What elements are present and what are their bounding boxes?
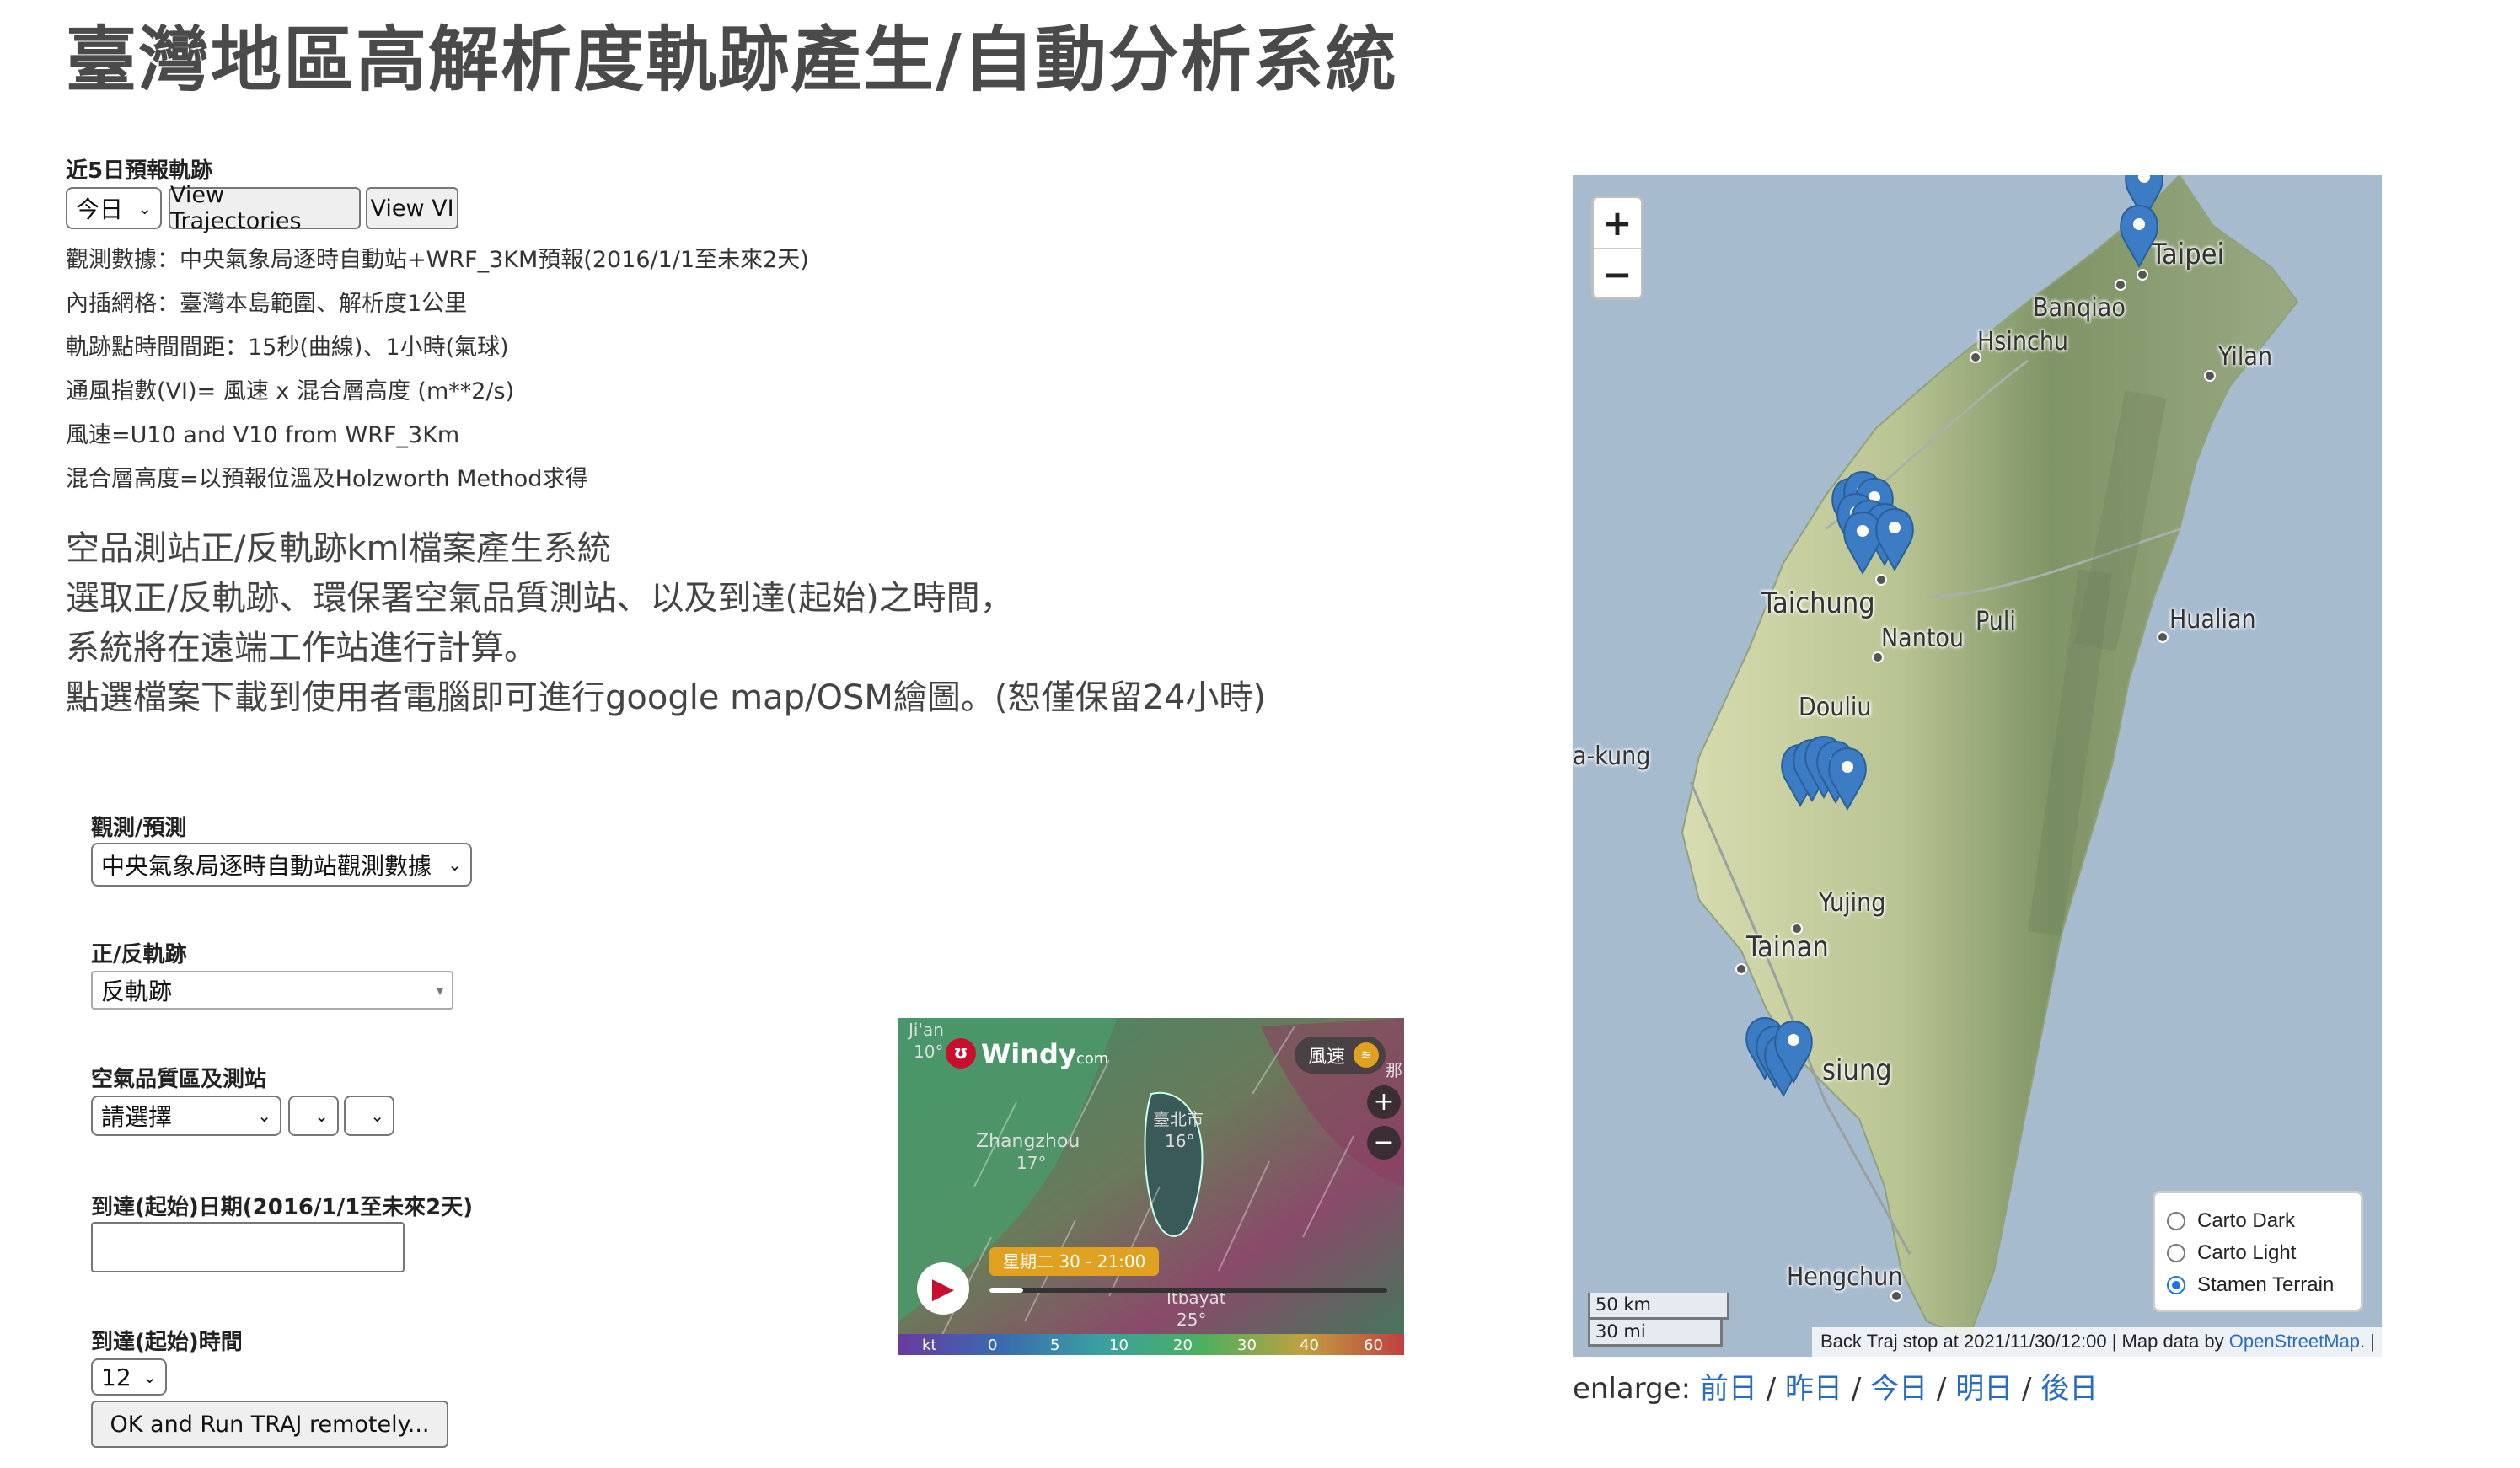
run-traj-button[interactable]: OK and Run TRAJ remotely... bbox=[91, 1401, 448, 1448]
trajectory-markers bbox=[1745, 175, 2163, 1096]
chevron-down-icon: ⌄ bbox=[370, 1106, 384, 1126]
info-line: 觀測數據：中央氣象局逐時自動站+WRF_3KM預報(2016/1/1至未來2天) bbox=[66, 247, 809, 273]
obs-select[interactable]: 中央氣象局逐時自動站觀測數據 ⌄ bbox=[91, 843, 472, 887]
trajectory-map[interactable]: Taipei Banqiao Hsinchu Yilan Taichung Pu… bbox=[1573, 175, 2382, 1357]
marker-group-taichung bbox=[1831, 471, 1914, 574]
wind-scale-unit: kt bbox=[922, 1336, 937, 1354]
timeline-progress bbox=[989, 1288, 1023, 1293]
chevron-down-icon: ⌄ bbox=[314, 1106, 329, 1126]
marker-group-chiayi bbox=[1781, 736, 1867, 810]
station-label: 空氣品質區及測站 bbox=[91, 1067, 267, 1092]
page-title: 臺灣地區高解析度軌跡產生/自動分析系統 bbox=[66, 19, 1398, 101]
layer-option-stamen-terrain[interactable]: Stamen Terrain bbox=[2167, 1269, 2349, 1301]
marker-group-kaohsiung bbox=[1745, 1017, 1813, 1096]
enlarge-link-prev1[interactable]: 昨日 bbox=[1785, 1372, 1842, 1406]
kml-description: 空品測站正/反軌跡kml檔案產生系統 選取正/反軌跡、環保署空氣品質測站、以及到… bbox=[66, 524, 1266, 723]
wind-scale-tick: 40 bbox=[1300, 1336, 1319, 1354]
timeline-track[interactable] bbox=[989, 1288, 1387, 1293]
windy-logo-icon: ʊ bbox=[946, 1038, 976, 1069]
windy-temp: 10° bbox=[914, 1042, 944, 1062]
layer-option-carto-dark[interactable]: Carto Dark bbox=[2167, 1205, 2349, 1237]
kml-line: 系統將在遠端工作站進行計算。 bbox=[66, 629, 538, 667]
map-zoom-in-button[interactable]: + bbox=[1594, 198, 1641, 249]
info-line: 混合層高度=以預報位溫及Holzworth Method求得 bbox=[66, 466, 588, 492]
info-line: 內插網格：臺灣本島範圍、解析度1公里 bbox=[66, 291, 468, 317]
layer-option-carto-light[interactable]: Carto Light bbox=[2167, 1237, 2349, 1269]
kml-line: 選取正/反軌跡、環保署空氣品質測站、以及到達(起始)之時間， bbox=[66, 579, 1014, 618]
time-select[interactable]: 12 ⌄ bbox=[91, 1358, 167, 1396]
windy-temp: 17° bbox=[1016, 1153, 1047, 1173]
windy-place: 那 bbox=[1386, 1060, 1402, 1080]
direction-select[interactable]: 反軌跡 ▾ bbox=[91, 971, 453, 1010]
radio-icon[interactable] bbox=[2167, 1244, 2185, 1262]
wind-scale-tick: 0 bbox=[988, 1336, 998, 1354]
kml-line: 空品測站正/反軌跡kml檔案產生系統 bbox=[66, 529, 611, 568]
enlarge-link-next2[interactable]: 後日 bbox=[2040, 1372, 2098, 1406]
wind-icon: ≋ bbox=[1354, 1042, 1380, 1068]
time-label: 到達(起始)時間 bbox=[91, 1330, 243, 1355]
scale-mi: 30 mi bbox=[1588, 1320, 1723, 1347]
wind-scale-tick: 30 bbox=[1237, 1336, 1257, 1354]
time-select-value: 12 bbox=[101, 1363, 131, 1391]
windy-zoom-in-button[interactable]: + bbox=[1367, 1085, 1401, 1119]
scale-km: 50 km bbox=[1588, 1293, 1729, 1320]
marker-group-taipei bbox=[2120, 175, 2163, 267]
map-attribution: Back Traj stop at 2021/11/30/12:00 | Map… bbox=[1812, 1327, 2383, 1357]
enlarge-label: enlarge: bbox=[1573, 1372, 1692, 1406]
windy-temp: 16° bbox=[1165, 1131, 1195, 1151]
map-zoom-out-button[interactable]: − bbox=[1594, 249, 1641, 299]
chevron-down-icon: ⌄ bbox=[142, 1367, 157, 1387]
windy-brand: Windycom bbox=[981, 1038, 1109, 1070]
info-line: 風速=U10 and V10 from WRF_3Km bbox=[66, 422, 460, 448]
station-sub-select[interactable]: ⌄ bbox=[344, 1096, 394, 1136]
windy-time-label: 星期二 30 - 21:00 bbox=[989, 1247, 1160, 1276]
view-trajectories-button[interactable]: View Trajectories bbox=[169, 182, 361, 234]
view-vi-button[interactable]: View VI bbox=[366, 187, 458, 229]
windy-widget[interactable]: Ji'an 10° Zhangzhou 17° 臺北市 16° Itbayat … bbox=[898, 1018, 1404, 1355]
obs-label: 觀測/預測 bbox=[91, 816, 187, 841]
wind-scale-tick: 60 bbox=[1364, 1336, 1383, 1354]
windy-layer-button[interactable]: 風速 ≋ bbox=[1295, 1037, 1386, 1074]
kml-line: 點選檔案下載到使用者電腦即可進行google map/OSM繪圖。(恕僅保留24… bbox=[66, 678, 1267, 717]
wind-scale-tick: 5 bbox=[1050, 1336, 1060, 1354]
radio-selected-icon[interactable] bbox=[2167, 1276, 2185, 1294]
forecast-heading: 近5日預報軌跡 bbox=[66, 158, 213, 184]
chevron-down-icon: ⌄ bbox=[448, 855, 462, 875]
info-line: 軌跡點時間間距：15秒(曲線)、1小時(氣球) bbox=[66, 335, 509, 361]
windy-place: 臺北市 bbox=[1153, 1109, 1204, 1129]
windy-zoom-out-button[interactable]: − bbox=[1367, 1126, 1401, 1160]
play-button[interactable]: ▶ bbox=[917, 1262, 969, 1315]
wind-scale-tick: 10 bbox=[1109, 1336, 1129, 1354]
enlarge-link-today[interactable]: 今日 bbox=[1870, 1372, 1928, 1406]
enlarge-link-next1[interactable]: 明日 bbox=[1955, 1372, 2013, 1406]
play-icon: ▶ bbox=[931, 1272, 955, 1305]
date-input[interactable] bbox=[91, 1222, 405, 1272]
forecast-info: 觀測數據：中央氣象局逐時自動站+WRF_3KM預報(2016/1/1至未來2天)… bbox=[66, 238, 809, 501]
wind-scale-tick: 20 bbox=[1173, 1336, 1193, 1354]
chevron-down-icon: ⌄ bbox=[137, 198, 152, 218]
layer-control: Carto Dark Carto Light Stamen Terrain bbox=[2153, 1191, 2363, 1312]
enlarge-link-prev2[interactable]: 前日 bbox=[1700, 1372, 1757, 1406]
day-select-value: 今日 bbox=[76, 196, 124, 223]
direction-select-value: 反軌跡 bbox=[101, 978, 173, 1005]
date-label: 到達(起始)日期(2016/1/1至未來2天) bbox=[91, 1195, 474, 1220]
enlarge-links: enlarge: 前日 / 昨日 / 今日 / 明日 / 後日 bbox=[1573, 1372, 2099, 1406]
station-select-value: 請選擇 bbox=[101, 1103, 173, 1131]
station-select[interactable]: ⌄ bbox=[288, 1096, 339, 1136]
obs-select-value: 中央氣象局逐時自動站觀測數據 bbox=[101, 852, 432, 880]
windy-place: Zhangzhou bbox=[976, 1131, 1080, 1152]
info-line: 通風指數(VI)= 風速 x 混合層高度 (m**2/s) bbox=[66, 378, 515, 405]
wind-scale: kt 0 5 10 20 30 40 60 bbox=[898, 1335, 1404, 1355]
radio-icon[interactable] bbox=[2167, 1212, 2185, 1230]
caret-down-icon: ▾ bbox=[436, 982, 443, 999]
direction-label: 正/反軌跡 bbox=[91, 942, 187, 967]
windy-layer-label: 風速 bbox=[1308, 1047, 1346, 1068]
map-zoom-control: + − bbox=[1591, 196, 1643, 300]
windy-place: Ji'an bbox=[909, 1020, 944, 1040]
windy-temp: 25° bbox=[1177, 1310, 1207, 1330]
station-area-select[interactable]: 請選擇 ⌄ bbox=[91, 1096, 281, 1136]
chevron-down-icon: ⌄ bbox=[257, 1106, 271, 1126]
day-select[interactable]: 今日 ⌄ bbox=[66, 187, 162, 229]
osm-link[interactable]: OpenStreetMap bbox=[2229, 1331, 2360, 1352]
